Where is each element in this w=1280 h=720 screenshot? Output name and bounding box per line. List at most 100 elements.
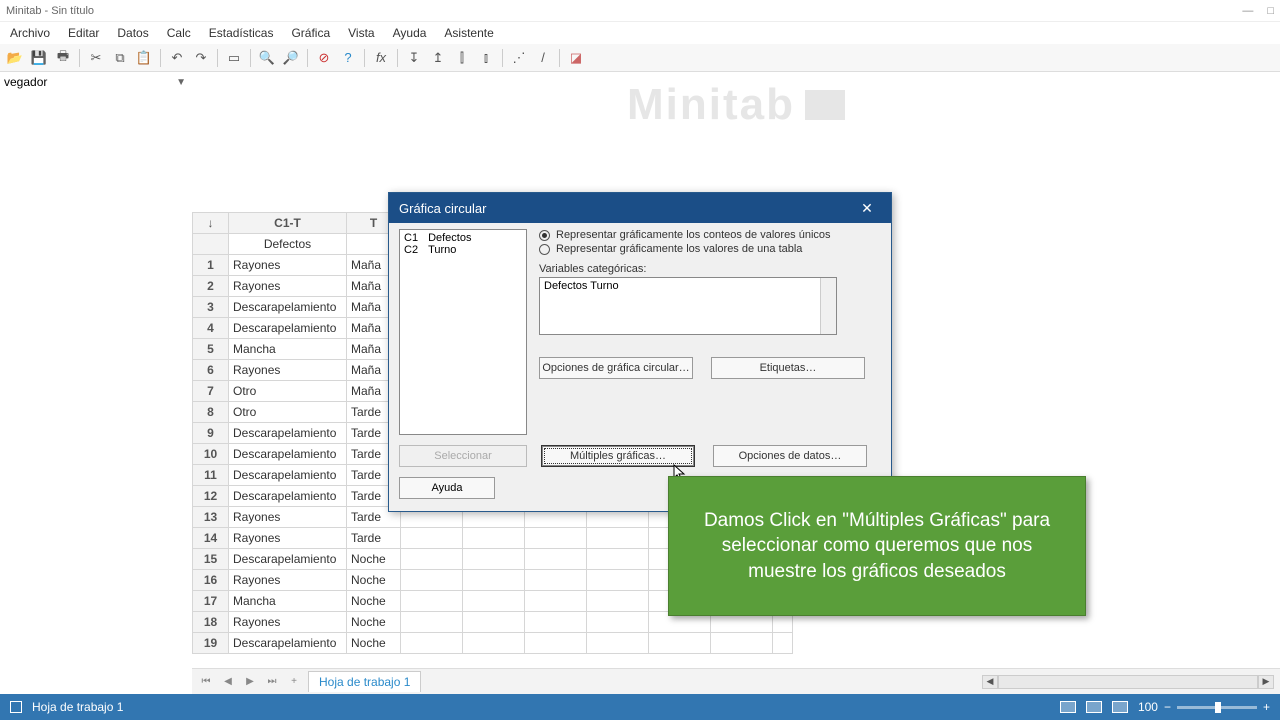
row-header[interactable]: 4 — [193, 318, 229, 339]
view-mode-icon-2[interactable] — [1086, 701, 1102, 713]
cell[interactable]: Mancha — [229, 339, 347, 360]
name-row-hdr[interactable] — [193, 234, 229, 255]
cell[interactable]: Noche — [347, 570, 401, 591]
hscroll-left-icon[interactable]: ◀ — [982, 675, 998, 689]
menu-asistente[interactable]: Asistente — [436, 24, 501, 42]
col-c1t[interactable]: C1-T — [229, 213, 347, 234]
cell[interactable]: Descarapelamiento — [229, 297, 347, 318]
row-header[interactable]: 19 — [193, 633, 229, 654]
view-mode-icon-1[interactable] — [1060, 701, 1076, 713]
save-icon[interactable]: 💾 — [28, 47, 50, 69]
row-header[interactable]: 1 — [193, 255, 229, 276]
menu-archivo[interactable]: Archivo — [2, 24, 58, 42]
paste-icon[interactable]: 📋 — [133, 47, 155, 69]
cell[interactable]: Rayones — [229, 360, 347, 381]
row-header[interactable]: 2 — [193, 276, 229, 297]
view-mode-icon-3[interactable] — [1112, 701, 1128, 713]
hscroll-right-icon[interactable]: ▶ — [1258, 675, 1274, 689]
row-header[interactable]: 12 — [193, 486, 229, 507]
radio-table[interactable]: Representar gráficamente los valores de … — [539, 243, 881, 255]
menu-vista[interactable]: Vista — [340, 24, 382, 42]
minimize-icon[interactable]: — — [1242, 5, 1253, 17]
open-icon[interactable]: 📂 — [4, 47, 26, 69]
row-header[interactable]: 13 — [193, 507, 229, 528]
row-header[interactable]: 10 — [193, 444, 229, 465]
cell[interactable]: Rayones — [229, 570, 347, 591]
menu-estadisticas[interactable]: Estadísticas — [201, 24, 282, 42]
row-header[interactable]: 17 — [193, 591, 229, 612]
cell[interactable]: Rayones — [229, 255, 347, 276]
cell[interactable]: Descarapelamiento — [229, 633, 347, 654]
scatter-icon[interactable]: ⋰ — [508, 47, 530, 69]
cell[interactable]: Noche — [347, 612, 401, 633]
menu-ayuda[interactable]: Ayuda — [385, 24, 435, 42]
row-header[interactable]: 11 — [193, 465, 229, 486]
copy-icon[interactable]: ⧉ — [109, 47, 131, 69]
cell[interactable]: Otro — [229, 402, 347, 423]
cell[interactable]: Descarapelamiento — [229, 318, 347, 339]
row-header[interactable]: 3 — [193, 297, 229, 318]
print-icon[interactable]: 🖶 — [52, 47, 74, 69]
cat-vars-input[interactable]: Defectos Turno — [539, 277, 837, 335]
row-header[interactable]: 14 — [193, 528, 229, 549]
close-icon[interactable]: ✕ — [853, 197, 881, 219]
cut-icon[interactable]: ✂ — [85, 47, 107, 69]
sheet-tab-1[interactable]: Hoja de trabajo 1 — [308, 671, 421, 692]
eraser-icon[interactable]: ◪ — [565, 47, 587, 69]
zoom-control[interactable]: 100 − + — [1138, 700, 1270, 714]
row-header[interactable]: 5 — [193, 339, 229, 360]
row-header[interactable]: 18 — [193, 612, 229, 633]
variable-listbox[interactable]: C1Defectos C2Turno — [399, 229, 527, 435]
help-icon[interactable]: ? — [337, 47, 359, 69]
dialog-titlebar[interactable]: Gráfica circular ✕ — [389, 193, 891, 223]
sort-desc-icon[interactable]: ↥ — [427, 47, 449, 69]
cell[interactable]: Rayones — [229, 612, 347, 633]
row-header[interactable]: 6 — [193, 360, 229, 381]
cell[interactable]: Rayones — [229, 276, 347, 297]
last-sheet-icon[interactable]: ⏭ — [264, 674, 280, 690]
radio-counts[interactable]: Representar gráficamente los conteos de … — [539, 229, 881, 241]
navigator-dropdown[interactable]: vegador ▼ — [0, 72, 190, 92]
data-options-button[interactable]: Opciones de datos… — [713, 445, 867, 467]
row-header[interactable]: 7 — [193, 381, 229, 402]
pie-options-button[interactable]: Opciones de gráfica circular… — [539, 357, 693, 379]
menu-grafica[interactable]: Gráfica — [283, 24, 338, 42]
line-icon[interactable]: / — [532, 47, 554, 69]
find-icon[interactable]: 🔍 — [256, 47, 278, 69]
add-sheet-icon[interactable]: + — [286, 674, 302, 690]
sort-asc-icon[interactable]: ↧ — [403, 47, 425, 69]
first-sheet-icon[interactable]: ⏮ — [198, 674, 214, 690]
cell[interactable]: Rayones — [229, 528, 347, 549]
maximize-icon[interactable]: □ — [1267, 5, 1274, 17]
find-next-icon[interactable]: 🔎 — [280, 47, 302, 69]
cell[interactable]: Descarapelamiento — [229, 549, 347, 570]
next-sheet-icon[interactable]: ▶ — [242, 674, 258, 690]
cell[interactable]: Otro — [229, 381, 347, 402]
help-button[interactable]: Ayuda — [399, 477, 495, 499]
cell[interactable]: Noche — [347, 591, 401, 612]
row-header[interactable]: 15 — [193, 549, 229, 570]
new-sheet-icon[interactable]: ▭ — [223, 47, 245, 69]
multiple-graphs-button[interactable]: Múltiples gráficas… — [541, 445, 695, 467]
row-header[interactable]: 16 — [193, 570, 229, 591]
menu-datos[interactable]: Datos — [109, 24, 156, 42]
cell[interactable]: Noche — [347, 633, 401, 654]
row-header[interactable]: 8 — [193, 402, 229, 423]
textarea-scrollbar[interactable] — [820, 278, 836, 334]
cell[interactable]: Rayones — [229, 507, 347, 528]
cell[interactable]: Descarapelamiento — [229, 486, 347, 507]
prev-sheet-icon[interactable]: ◀ — [220, 674, 236, 690]
chart-icon[interactable]: ⫾ — [475, 47, 497, 69]
colname-defectos[interactable]: Defectos — [229, 234, 347, 255]
corner-cell[interactable]: ↓ — [193, 213, 229, 234]
cell[interactable]: Mancha — [229, 591, 347, 612]
fx-icon[interactable]: fx — [370, 47, 392, 69]
cancel-icon[interactable]: ⊘ — [313, 47, 335, 69]
cell[interactable]: Descarapelamiento — [229, 444, 347, 465]
redo-icon[interactable]: ↷ — [190, 47, 212, 69]
hscroll-track[interactable] — [998, 675, 1258, 689]
zoom-out-icon[interactable]: − — [1164, 700, 1171, 714]
cell[interactable]: Noche — [347, 549, 401, 570]
menu-editar[interactable]: Editar — [60, 24, 107, 42]
zoom-slider[interactable] — [1177, 706, 1257, 709]
